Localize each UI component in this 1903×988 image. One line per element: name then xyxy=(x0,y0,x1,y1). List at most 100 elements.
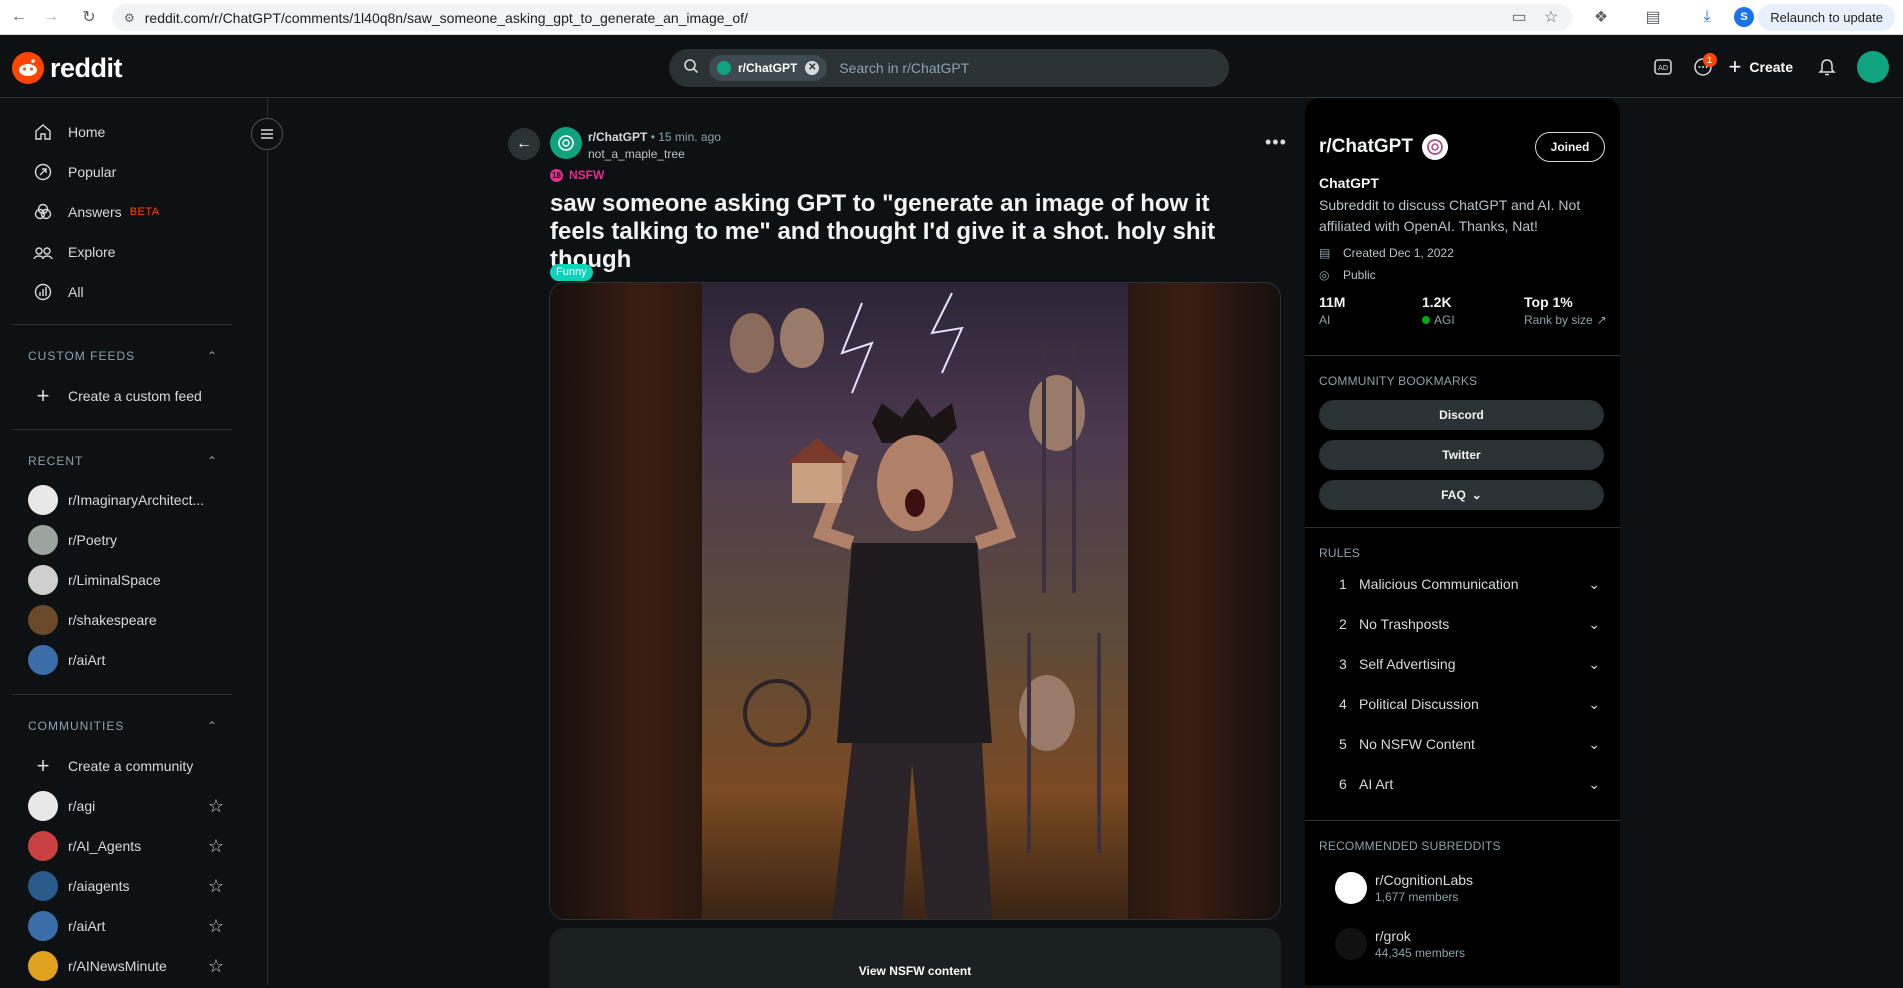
joined-button[interactable]: Joined xyxy=(1535,132,1605,162)
reddit-logo[interactable]: reddit xyxy=(12,52,123,84)
subreddit-avatar xyxy=(28,831,58,861)
created-row: ▤ Created Dec 1, 2022 xyxy=(1319,246,1454,260)
sidebar-item-recent[interactable]: r/ImaginaryArchitect... xyxy=(12,482,232,518)
create-community[interactable]: + Create a community xyxy=(12,748,232,784)
community-title[interactable]: r/ChatGPT xyxy=(1319,136,1413,158)
recommended-subreddit[interactable]: r/CognitionLabs 1,677 members xyxy=(1335,872,1473,904)
rank-stat: Top 1% Rank by size ↗ xyxy=(1524,294,1607,327)
subreddit-avatar xyxy=(28,871,58,901)
url-text: reddit.com/r/ChatGPT/comments/1l40q8n/sa… xyxy=(144,9,748,26)
rule-item[interactable]: 5 No NSFW Content ⌄ xyxy=(1319,724,1604,764)
online-stat: 1.2K AGI xyxy=(1422,294,1455,327)
sidebar-item-answers[interactable]: Answers BETA xyxy=(12,194,232,230)
sidebar-item-recent[interactable]: r/Poetry xyxy=(12,522,232,558)
bookmark-twitter[interactable]: Twitter xyxy=(1319,440,1604,470)
extensions-icon[interactable]: ❖ xyxy=(1590,6,1612,28)
communities-header[interactable]: COMMUNITIES ⌃ xyxy=(28,719,218,733)
forward-arrow-icon[interactable]: → xyxy=(40,6,62,28)
reload-icon[interactable]: ↻ xyxy=(78,6,100,28)
favorite-star-icon[interactable]: ☆ xyxy=(208,916,224,937)
recommended-subreddit[interactable]: r/grok 44,345 members xyxy=(1335,928,1465,960)
user-avatar[interactable] xyxy=(1857,50,1889,83)
post-meta: r/ChatGPT • 15 min. ago xyxy=(588,130,721,144)
search-bar[interactable]: r/ChatGPT ✕ Search in r/ChatGPT xyxy=(669,49,1229,87)
sidebar-item-explore[interactable]: Explore xyxy=(12,234,232,270)
address-bar[interactable]: ⚙ reddit.com/r/ChatGPT/comments/1l40q8n/… xyxy=(112,4,1572,31)
chevron-down-icon: ⌄ xyxy=(1588,615,1600,632)
notifications-bell-icon[interactable] xyxy=(1807,47,1847,87)
hamburger-icon xyxy=(261,129,273,139)
bookmark-discord[interactable]: Discord xyxy=(1319,400,1604,430)
bookmark-faq[interactable]: FAQ ⌄ xyxy=(1319,480,1604,510)
rule-label: No NSFW Content xyxy=(1359,736,1475,752)
custom-feeds-heading: CUSTOM FEEDS xyxy=(28,349,136,363)
favorite-star-icon[interactable]: ☆ xyxy=(208,836,224,857)
chevron-down-icon: ⌄ xyxy=(1588,775,1600,792)
sidebar-divider xyxy=(12,324,232,325)
explore-icon xyxy=(32,241,54,263)
nsfw-tag: 18 NSFW xyxy=(550,168,604,182)
rule-item[interactable]: 4 Political Discussion ⌄ xyxy=(1319,684,1604,724)
sidebar-item-label: r/ImaginaryArchitect... xyxy=(68,492,205,508)
create-button[interactable]: + Create xyxy=(1729,54,1793,80)
sidebar-item-community[interactable]: r/AI_Agents ☆ xyxy=(12,828,232,864)
sidebar-toggle-button[interactable] xyxy=(251,118,283,150)
chevron-up-icon[interactable]: ⌃ xyxy=(207,349,218,363)
back-button[interactable]: ← xyxy=(508,128,540,160)
sidebar-item-all[interactable]: All xyxy=(12,274,232,310)
sidebar-item-recent[interactable]: r/LiminalSpace xyxy=(12,562,232,598)
sidebar-divider xyxy=(12,429,232,430)
chevron-down-icon: ⌄ xyxy=(1588,735,1600,752)
stat-label: AI xyxy=(1319,313,1331,327)
chevron-up-icon[interactable]: ⌃ xyxy=(207,454,218,468)
sidebar-item-community[interactable]: r/aiagents ☆ xyxy=(12,868,232,904)
site-info-icon[interactable]: ⚙ xyxy=(124,11,135,25)
more-options-icon[interactable]: ••• xyxy=(1265,132,1287,153)
sidebar-item-community[interactable]: r/aiArt ☆ xyxy=(12,908,232,944)
rule-item[interactable]: 1 Malicious Communication ⌄ xyxy=(1319,564,1604,604)
recommended-members: 1,677 members xyxy=(1375,890,1459,904)
favorite-star-icon[interactable]: ☆ xyxy=(208,796,224,817)
online-dot-icon xyxy=(1422,316,1430,324)
clear-scope-icon[interactable]: ✕ xyxy=(805,61,820,75)
post-author[interactable]: not_a_maple_tree xyxy=(588,147,685,161)
sidebar-item-recent[interactable]: r/shakespeare xyxy=(12,602,232,638)
download-icon[interactable]: ⤓ xyxy=(1696,6,1718,28)
profile-avatar[interactable]: S xyxy=(1734,7,1754,27)
custom-feeds-header[interactable]: CUSTOM FEEDS ⌃ xyxy=(28,349,218,363)
chat-icon[interactable]: 1 xyxy=(1683,47,1723,87)
post-image[interactable] xyxy=(549,282,1281,920)
subreddit-avatar xyxy=(1335,872,1367,904)
bookmark-star-icon[interactable]: ☆ xyxy=(1540,6,1562,28)
rule-item[interactable]: 2 No Trashposts ⌄ xyxy=(1319,604,1604,644)
relaunch-button[interactable]: Relaunch to update xyxy=(1758,4,1895,31)
install-app-icon[interactable]: ▭ xyxy=(1508,6,1530,28)
post-flair[interactable]: Funny xyxy=(550,264,593,281)
recent-header[interactable]: RECENT ⌃ xyxy=(28,454,218,468)
rule-item[interactable]: 3 Self Advertising ⌄ xyxy=(1319,644,1604,684)
search-scope-chip[interactable]: r/ChatGPT ✕ xyxy=(709,55,828,81)
globe-icon: ◎ xyxy=(1319,268,1330,282)
nsfw-content-bar[interactable]: View NSFW content xyxy=(549,928,1281,988)
sidebar-item-community[interactable]: r/agi ☆ xyxy=(12,788,232,824)
sidebar-item-label: r/LiminalSpace xyxy=(68,572,161,588)
nsfw-icon: 18 xyxy=(550,168,563,182)
create-custom-feed[interactable]: + Create a custom feed xyxy=(12,378,232,414)
view-nsfw-label[interactable]: View NSFW content xyxy=(549,964,1281,978)
sidebar-item-popular[interactable]: Popular xyxy=(12,154,232,190)
search-input[interactable]: Search in r/ChatGPT xyxy=(839,60,969,76)
sidebar-item-home[interactable]: Home xyxy=(12,114,232,150)
subreddit-link[interactable]: r/ChatGPT xyxy=(588,130,647,144)
stat-label-row[interactable]: Rank by size ↗ xyxy=(1524,313,1607,327)
sidebar-item-community[interactable]: r/AINewsMinute ☆ xyxy=(12,948,232,984)
post-time: 15 min. ago xyxy=(658,130,721,144)
subreddit-icon[interactable] xyxy=(550,127,582,159)
rule-item[interactable]: 6 AI Art ⌄ xyxy=(1319,764,1604,804)
favorite-star-icon[interactable]: ☆ xyxy=(208,876,224,897)
advertise-icon[interactable]: AD xyxy=(1643,47,1683,87)
back-arrow-icon[interactable]: ← xyxy=(8,6,30,28)
favorite-star-icon[interactable]: ☆ xyxy=(208,956,224,977)
sidebar-item-recent[interactable]: r/aiArt xyxy=(12,642,232,678)
tab-search-icon[interactable]: ▤ xyxy=(1642,6,1664,28)
chevron-up-icon[interactable]: ⌃ xyxy=(207,719,218,733)
